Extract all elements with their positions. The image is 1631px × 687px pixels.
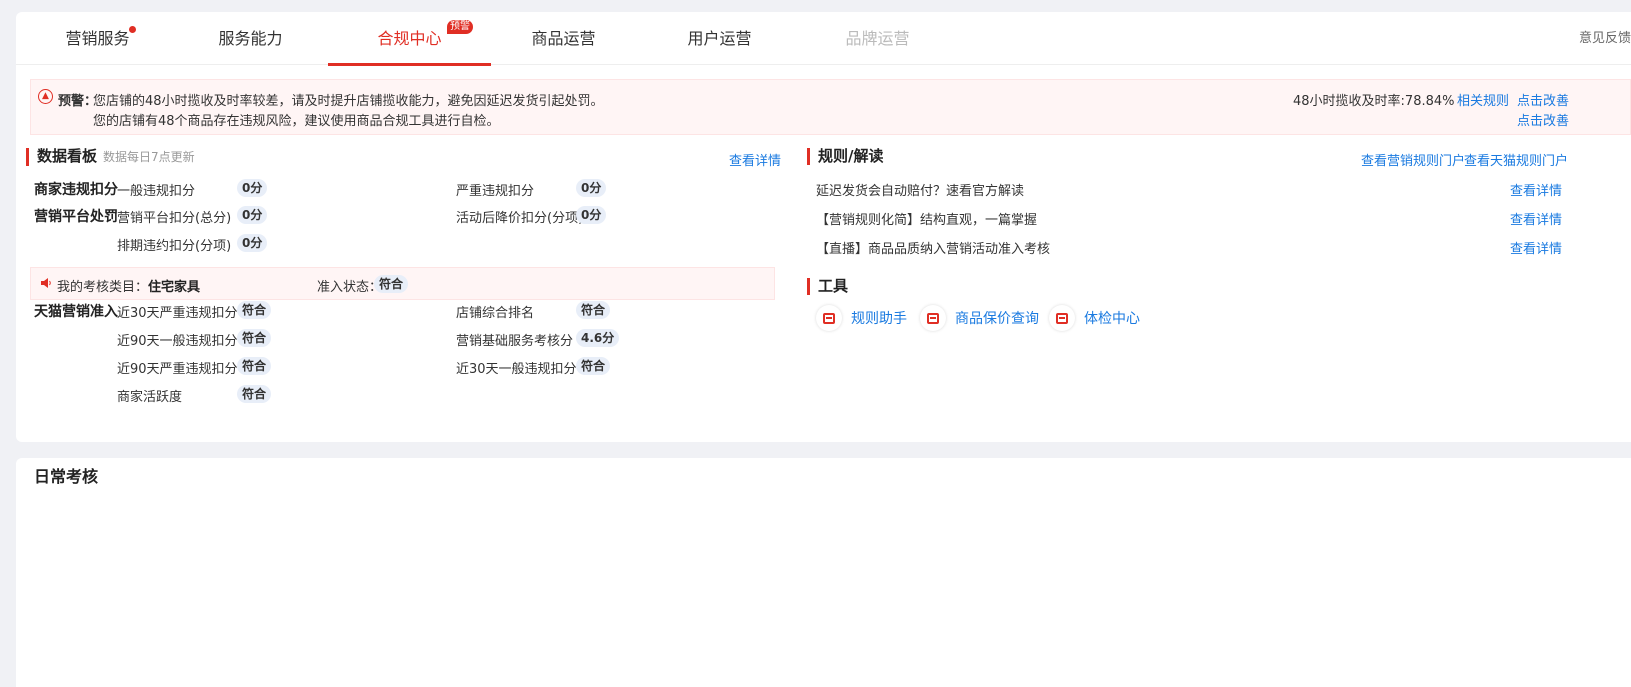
metric-value: 符合 — [237, 301, 272, 319]
marketing-rules-portal-link[interactable]: 查看营销规则门户 — [1361, 150, 1465, 169]
health-check-center-tool[interactable]: 体检中心 — [1049, 305, 1140, 331]
tmall-admission-category: 天猫营销准入 — [34, 304, 118, 320]
tool-label: 商品保价查询 — [955, 311, 1039, 327]
assessment-banner: 我的考核类目：住宅家具 准入状态： 符合 — [30, 267, 775, 300]
metric-value: 符合 — [237, 329, 272, 347]
assessment-category-value: 住宅家具 — [148, 280, 201, 295]
dashboard-detail-link[interactable]: 查看详情 — [729, 150, 781, 169]
price-protection-query-tool[interactable]: 商品保价查询 — [920, 305, 1039, 331]
metric-label: 近90天严重违规扣分 — [117, 362, 238, 377]
metric-label: 营销平台扣分(总分) — [117, 211, 232, 226]
tab-brand-operation[interactable]: 品牌运营 — [796, 12, 959, 65]
tab-label: 品牌运营 — [845, 29, 910, 48]
metric-label: 商家活跃度 — [117, 390, 183, 405]
admission-status-value: 符合 — [374, 275, 409, 293]
metric-value: 4.6分 — [576, 329, 620, 347]
tool-icon — [816, 305, 842, 331]
dashboard-title: 数据看板 数据每日7点更新 — [26, 148, 195, 166]
warning-line-2: 您的店铺有48个商品存在违规风险，建议使用商品合规工具进行自检。 — [93, 114, 500, 129]
metric-value: 0分 — [576, 179, 607, 197]
dashboard-subtitle: 数据每日7点更新 — [103, 150, 195, 164]
metric-label: 近30天一般违规扣分 — [456, 362, 577, 377]
improve-link[interactable]: 点击改善 — [1517, 90, 1569, 109]
metric-label: 近30天严重违规扣分 — [117, 306, 238, 321]
metric-label: 一般违规扣分 — [117, 184, 196, 199]
daily-assessment-card: 日常考核 — [16, 458, 1631, 687]
tab-bar: 营销服务 服务能力 合规中心 预警 商品运营 用户运营 品牌运营 意见反馈 — [16, 12, 1631, 66]
tab-user-operation[interactable]: 用户运营 — [638, 12, 801, 65]
metric-value: 符合 — [237, 385, 272, 403]
metric-value: 0分 — [237, 206, 268, 224]
metric-value: 符合 — [576, 301, 611, 319]
metric-label: 营销基础服务考核分 — [456, 334, 574, 349]
tool-label: 规则助手 — [851, 311, 907, 327]
metric-value: 0分 — [576, 206, 607, 224]
tab-product-operation[interactable]: 商品运营 — [482, 12, 645, 65]
rule-item[interactable]: 【直播】商品品质纳入营销活动准入考核 — [816, 238, 1050, 257]
tool-icon — [1049, 305, 1075, 331]
related-rules-link[interactable]: 相关规则 — [1457, 90, 1509, 109]
tab-label: 服务能力 — [218, 29, 283, 48]
tab-label: 用户运营 — [687, 29, 752, 48]
metric-label: 店铺综合排名 — [456, 306, 535, 321]
metric-value: 0分 — [237, 179, 268, 197]
metric-label: 排期违约扣分(分项) — [117, 239, 232, 254]
tab-label: 合规中心 — [377, 29, 442, 48]
assessment-category: 我的考核类目：住宅家具 — [57, 276, 200, 295]
tmall-rules-portal-link[interactable]: 查看天猫规则门户 — [1464, 150, 1568, 169]
speaker-icon — [41, 278, 51, 288]
metric-label: 严重违规扣分 — [456, 184, 535, 199]
metric-value: 符合 — [576, 357, 611, 375]
tools-title: 工具 — [807, 278, 848, 295]
assessment-label: 我的考核类目： — [57, 280, 149, 295]
pickup-rate: 48小时揽收及时率:78.84% — [1293, 94, 1455, 109]
warning-banner: ▲ 预警： 您店铺的48小时揽收及时率较差，请及时提升店铺揽收能力，避免因延迟发… — [30, 79, 1631, 135]
tab-label: 商品运营 — [531, 29, 596, 48]
tab-marketing-service[interactable]: 营销服务 — [16, 12, 179, 65]
platform-penalty-category: 营销平台处罚 — [34, 209, 118, 225]
rule-detail-link[interactable]: 查看详情 — [1510, 238, 1562, 257]
tab-service-capability[interactable]: 服务能力 — [169, 12, 332, 65]
notification-dot — [129, 26, 136, 33]
rule-assistant-tool[interactable]: 规则助手 — [816, 305, 907, 331]
dashboard-title-text: 数据看板 — [37, 147, 98, 165]
rule-detail-link[interactable]: 查看详情 — [1510, 180, 1562, 199]
feedback-link[interactable]: 意见反馈 — [1579, 12, 1631, 65]
rule-detail-link[interactable]: 查看详情 — [1510, 209, 1562, 228]
metric-value: 符合 — [237, 357, 272, 375]
metric-label: 近90天一般违规扣分 — [117, 334, 238, 349]
rule-item[interactable]: 延迟发货会自动赔付？速看官方解读 — [816, 180, 1024, 199]
alert-icon: ▲ — [38, 89, 53, 104]
warning-badge: 预警 — [447, 20, 473, 34]
tab-compliance-center[interactable]: 合规中心 预警 — [328, 12, 491, 66]
metric-label: 活动后降价扣分(分项) — [456, 211, 584, 226]
admission-status-label: 准入状态： — [317, 280, 383, 295]
rules-title: 规则/解读 — [807, 148, 883, 165]
compliance-card: 营销服务 服务能力 合规中心 预警 商品运营 用户运营 品牌运营 意见反馈 ▲ … — [16, 12, 1631, 442]
warning-line-1: 您店铺的48小时揽收及时率较差，请及时提升店铺揽收能力，避免因延迟发货引起处罚。 — [93, 94, 604, 109]
warning-title: 预警： — [58, 94, 98, 109]
tool-icon — [920, 305, 946, 331]
metric-value: 0分 — [237, 234, 268, 252]
rule-item[interactable]: 【营销规则化简】结构直观，一篇掌握 — [816, 209, 1037, 228]
tool-label: 体检中心 — [1084, 311, 1140, 327]
merchant-penalty-category: 商家违规扣分 — [34, 182, 118, 198]
tab-label: 营销服务 — [65, 29, 130, 48]
daily-assessment-title: 日常考核 — [34, 467, 99, 486]
improve-link[interactable]: 点击改善 — [1517, 110, 1569, 129]
